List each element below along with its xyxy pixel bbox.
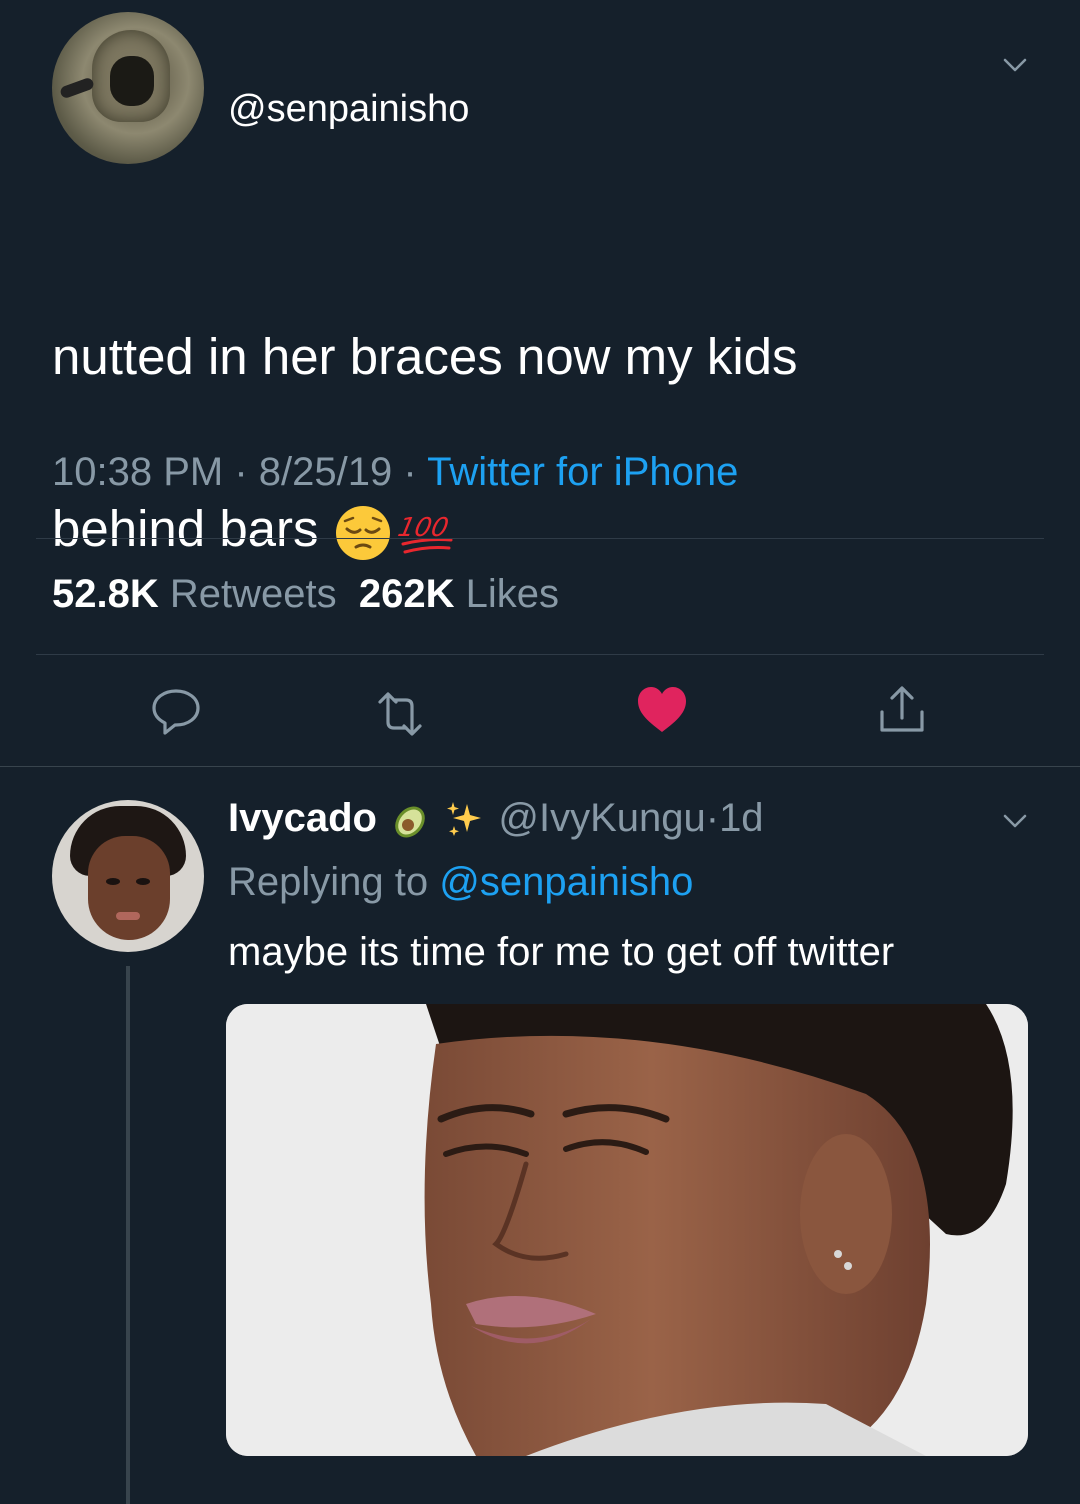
replying-to-mention[interactable]: @senpainisho — [439, 860, 693, 904]
retweet-label: Retweets — [169, 572, 337, 616]
chevron-down-icon[interactable] — [1000, 50, 1030, 80]
reply-age[interactable]: 1d — [719, 796, 764, 840]
meta-separator: · — [705, 796, 720, 840]
avatar-eye — [106, 878, 120, 885]
engagement-counts: 52.8K Retweets 262K Likes — [52, 572, 559, 617]
avatar-eye — [136, 878, 150, 885]
avatar-microphone — [58, 76, 96, 100]
section-divider — [0, 766, 1080, 767]
media-photo — [226, 1004, 1028, 1456]
tweet-text-line1: nutted in her braces now my kids — [52, 328, 798, 385]
hundred-points-icon: 100 — [397, 513, 453, 554]
avatar-face — [110, 56, 154, 106]
tweet-text-line2: behind bars — [52, 500, 319, 557]
reply-media-image[interactable] — [226, 1004, 1028, 1456]
replying-to: Replying to @senpainisho — [228, 860, 693, 905]
share-icon[interactable] — [874, 682, 930, 738]
tweet-time[interactable]: 10:38 PM — [52, 450, 223, 494]
chevron-down-icon[interactable] — [1000, 806, 1030, 836]
author-avatar[interactable] — [52, 12, 204, 164]
sparkles-icon — [447, 802, 482, 837]
reply-icon[interactable] — [148, 683, 204, 739]
retweet-icon[interactable] — [372, 686, 428, 742]
avatar-lips — [116, 912, 140, 920]
heart-icon[interactable] — [634, 682, 690, 738]
like-count: 262K — [358, 572, 455, 616]
tweet-date[interactable]: 8/25/19 — [259, 450, 392, 494]
reply-text: maybe its time for me to get off twitter — [228, 930, 895, 974]
meta-separator: · — [234, 450, 248, 494]
avatar-face — [88, 836, 170, 940]
avocado-icon — [395, 806, 425, 838]
tweet-meta: 10:38 PM · 8/25/19 · Twitter for iPhone — [52, 450, 738, 495]
divider — [36, 538, 1044, 539]
reply-author-avatar[interactable] — [52, 800, 204, 952]
reply-author-name[interactable]: Ivycado — [228, 796, 377, 840]
meta-separator: · — [403, 450, 417, 494]
retweet-count: 52.8K — [52, 572, 159, 616]
thread-line — [126, 966, 130, 1504]
reply-header: Ivycado @IvyKungu·1d — [228, 796, 764, 842]
tweet-source-link[interactable]: Twitter for iPhone — [427, 450, 738, 494]
author-handle[interactable]: @senpainisho — [228, 88, 469, 131]
like-label: Likes — [465, 572, 559, 616]
reply-author-handle[interactable]: @IvyKungu — [498, 796, 705, 840]
likes-link[interactable]: 262K Likes — [359, 572, 559, 616]
divider — [36, 654, 1044, 655]
replying-label: Replying to — [228, 860, 429, 904]
pensive-face-icon — [335, 505, 390, 560]
reply-action-bar — [226, 1482, 1028, 1504]
retweets-link[interactable]: 52.8K Retweets — [52, 572, 337, 616]
tweet-text-line2-wrap: behind bars 100 — [52, 486, 1042, 572]
